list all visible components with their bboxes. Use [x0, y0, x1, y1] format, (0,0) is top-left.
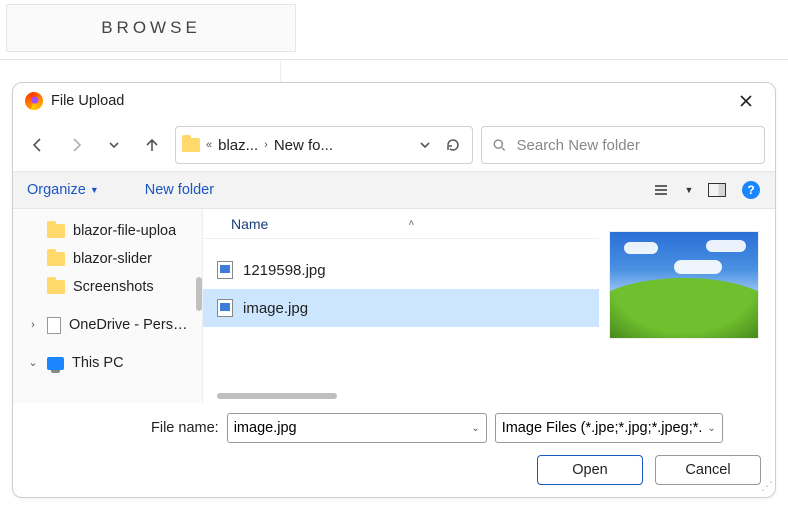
close-icon [739, 94, 753, 108]
document-icon [47, 317, 61, 334]
tree-item-label: This PC [72, 355, 124, 371]
tree-item[interactable]: blazor-file-uploa [13, 217, 202, 245]
folder-icon [47, 280, 65, 294]
arrow-up-icon [143, 136, 161, 154]
tree-item-label: Screenshots [73, 279, 154, 295]
breadcrumb-seg-1[interactable]: blaz... [218, 137, 258, 154]
firefox-icon [25, 92, 43, 110]
filetype-combo[interactable]: Image Files (*.jpe;*.jpg;*.jpeg;*.g ⌄ [495, 413, 723, 443]
scrollbar-thumb[interactable] [217, 393, 337, 399]
help-button[interactable]: ? [737, 176, 765, 204]
scrollbar-thumb[interactable] [196, 277, 202, 311]
tree-item-label: OneDrive - Person [69, 317, 189, 333]
column-label: Name [231, 216, 268, 232]
monitor-icon [47, 357, 64, 370]
navbar: « blaz... › New fo... [13, 119, 775, 171]
caret-down-icon: ▼ [90, 185, 99, 195]
chevron-down-icon[interactable]: ⌄ [707, 423, 715, 434]
image-file-icon [217, 261, 233, 279]
browse-button[interactable]: BROWSE [6, 4, 296, 52]
filename-label: File name: [151, 420, 219, 436]
tree-item-onedrive[interactable]: › OneDrive - Person [13, 311, 202, 339]
close-button[interactable] [739, 94, 763, 108]
help-icon: ? [742, 181, 760, 199]
column-header-name[interactable]: Name ˄ [203, 209, 599, 239]
file-row[interactable]: 1219598.jpg [203, 251, 599, 289]
refresh-icon [445, 137, 461, 153]
tree-item-label: blazor-file-uploa [73, 223, 176, 239]
arrow-right-icon [67, 136, 85, 154]
folder-tree: blazor-file-uploa blazor-slider Screensh… [13, 209, 203, 403]
horizontal-scrollbar[interactable] [217, 393, 377, 403]
dialog-footer: File name: ⌄ Image Files (*.jpe;*.jpg;*.… [13, 403, 775, 497]
search-box[interactable] [481, 126, 765, 164]
sort-indicator-icon: ˄ [408, 218, 414, 229]
organize-label: Organize [27, 182, 86, 198]
chevron-down-icon[interactable]: ⌄ [27, 356, 39, 369]
filename-input[interactable] [234, 420, 468, 436]
tree-item[interactable]: Screenshots [13, 273, 202, 301]
list-icon [653, 182, 669, 198]
new-folder-label: New folder [145, 182, 214, 198]
file-name: image.jpg [243, 300, 308, 317]
recent-dropdown[interactable] [99, 130, 129, 160]
preview-image [609, 231, 759, 339]
cancel-label: Cancel [685, 462, 730, 478]
chevron-right-icon: › [262, 139, 270, 151]
chevron-right-icon[interactable]: › [27, 319, 39, 331]
tree-item[interactable]: blazor-slider [13, 245, 202, 273]
new-folder-button[interactable]: New folder [141, 180, 218, 200]
search-icon [492, 137, 507, 153]
breadcrumb[interactable]: « blaz... › New fo... [175, 126, 473, 164]
folder-icon [47, 224, 65, 238]
dialog-title: File Upload [51, 93, 124, 109]
breadcrumb-dropdown[interactable] [414, 130, 436, 160]
filetype-text: Image Files (*.jpe;*.jpg;*.jpeg;*.g [502, 420, 704, 436]
folder-icon [47, 252, 65, 266]
resize-grip[interactable]: ⋰ [761, 483, 773, 495]
breadcrumb-sep: « [204, 139, 214, 151]
preview-pane [599, 209, 775, 403]
filename-combo[interactable]: ⌄ [227, 413, 487, 443]
open-label: Open [572, 462, 607, 478]
chevron-down-icon[interactable]: ⌄ [471, 423, 479, 434]
preview-pane-toggle[interactable] [703, 176, 731, 204]
refresh-button[interactable] [440, 130, 466, 160]
titlebar: File Upload [13, 83, 775, 119]
toolbar: Organize ▼ New folder ▼ ? [13, 171, 775, 209]
breadcrumb-seg-2[interactable]: New fo... [274, 137, 333, 154]
folder-icon [182, 138, 200, 152]
arrow-left-icon [29, 136, 47, 154]
organize-menu[interactable]: Organize ▼ [23, 180, 103, 200]
file-list: Name ˄ 1219598.jpg image.jpg [203, 209, 599, 403]
view-menu[interactable] [647, 176, 675, 204]
forward-button[interactable] [61, 130, 91, 160]
tree-item-label: blazor-slider [73, 251, 152, 267]
cancel-button[interactable]: Cancel [655, 455, 761, 485]
chevron-down-icon [419, 139, 431, 151]
up-button[interactable] [137, 130, 167, 160]
open-button[interactable]: Open [537, 455, 643, 485]
chevron-down-icon [108, 139, 120, 151]
view-dropdown[interactable]: ▼ [681, 176, 697, 204]
file-upload-dialog: File Upload « blaz... › New fo... [12, 82, 776, 498]
back-button[interactable] [23, 130, 53, 160]
preview-pane-icon [708, 183, 726, 197]
caret-down-icon: ▼ [685, 185, 694, 195]
file-name: 1219598.jpg [243, 262, 326, 279]
image-file-icon [217, 299, 233, 317]
tree-item-thispc[interactable]: ⌄ This PC [13, 349, 202, 377]
search-input[interactable] [517, 137, 755, 154]
file-row-selected[interactable]: image.jpg [203, 289, 599, 327]
browse-label: BROWSE [101, 18, 201, 38]
